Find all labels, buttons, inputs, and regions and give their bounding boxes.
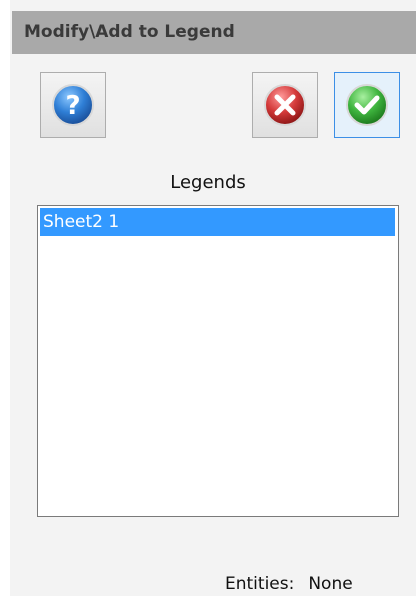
confirm-check-icon <box>346 84 388 126</box>
ok-button[interactable] <box>334 72 400 138</box>
entities-status: Entities: None <box>225 574 353 594</box>
help-button[interactable]: ? <box>40 72 106 138</box>
help-question-icon: ? <box>52 84 94 126</box>
cancel-x-icon <box>264 84 306 126</box>
panel-title: Modify\Add to Legend <box>12 11 416 54</box>
add-to-legend-panel: Modify\Add to Legend ? Legends Sheet2 1 … <box>0 0 416 596</box>
legends-listbox[interactable]: Sheet2 1 <box>37 205 399 517</box>
entities-value: None <box>308 574 353 594</box>
legends-label: Legends <box>170 172 246 193</box>
panel-left-edge <box>0 0 10 596</box>
cancel-button[interactable] <box>252 72 318 138</box>
svg-text:?: ? <box>65 91 80 121</box>
entities-label: Entities: <box>225 574 295 594</box>
legend-list-item[interactable]: Sheet2 1 <box>40 208 395 236</box>
